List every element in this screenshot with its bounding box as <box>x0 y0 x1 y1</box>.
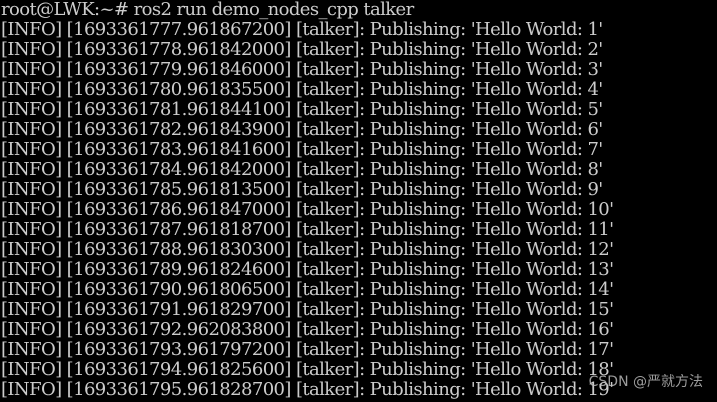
log-line: [INFO] [1693361777.961867200] [talker]: … <box>1 19 603 40</box>
log-line: [INFO] [1693361779.961846000] [talker]: … <box>1 59 603 80</box>
log-line: [INFO] [1693361791.961829700] [talker]: … <box>1 299 614 320</box>
log-line: [INFO] [1693361793.961797200] [talker]: … <box>1 339 614 360</box>
log-line: [INFO] [1693361785.961813500] [talker]: … <box>1 179 603 200</box>
log-line: [INFO] [1693361788.961830300] [talker]: … <box>1 239 614 260</box>
log-line: [INFO] [1693361789.961824600] [talker]: … <box>1 259 614 280</box>
log-line: [INFO] [1693361787.961818700] [talker]: … <box>1 219 614 240</box>
log-line: [INFO] [1693361792.962083800] [talker]: … <box>1 319 614 340</box>
log-line: [INFO] [1693361784.961842000] [talker]: … <box>1 159 603 180</box>
command-prompt-line: root@LWK:~# ros2 run demo_nodes_cpp talk… <box>1 0 414 20</box>
log-line: [INFO] [1693361778.961842000] [talker]: … <box>1 39 603 60</box>
csdn-watermark: CSDN @严就方法 <box>588 374 703 390</box>
log-line: [INFO] [1693361794.961825600] [talker]: … <box>1 359 614 380</box>
log-line: [INFO] [1693361790.961806500] [talker]: … <box>1 279 614 300</box>
log-line: [INFO] [1693361781.961844100] [talker]: … <box>1 99 603 120</box>
log-line: [INFO] [1693361786.961847000] [talker]: … <box>1 199 614 220</box>
log-line: [INFO] [1693361782.961843900] [talker]: … <box>1 119 603 140</box>
log-line: [INFO] [1693361780.961835500] [talker]: … <box>1 79 603 100</box>
terminal-window[interactable]: root@LWK:~# ros2 run demo_nodes_cpp talk… <box>0 0 717 402</box>
log-line: [INFO] [1693361783.961841600] [talker]: … <box>1 139 603 160</box>
log-line: [INFO] [1693361795.961828700] [talker]: … <box>1 379 614 400</box>
